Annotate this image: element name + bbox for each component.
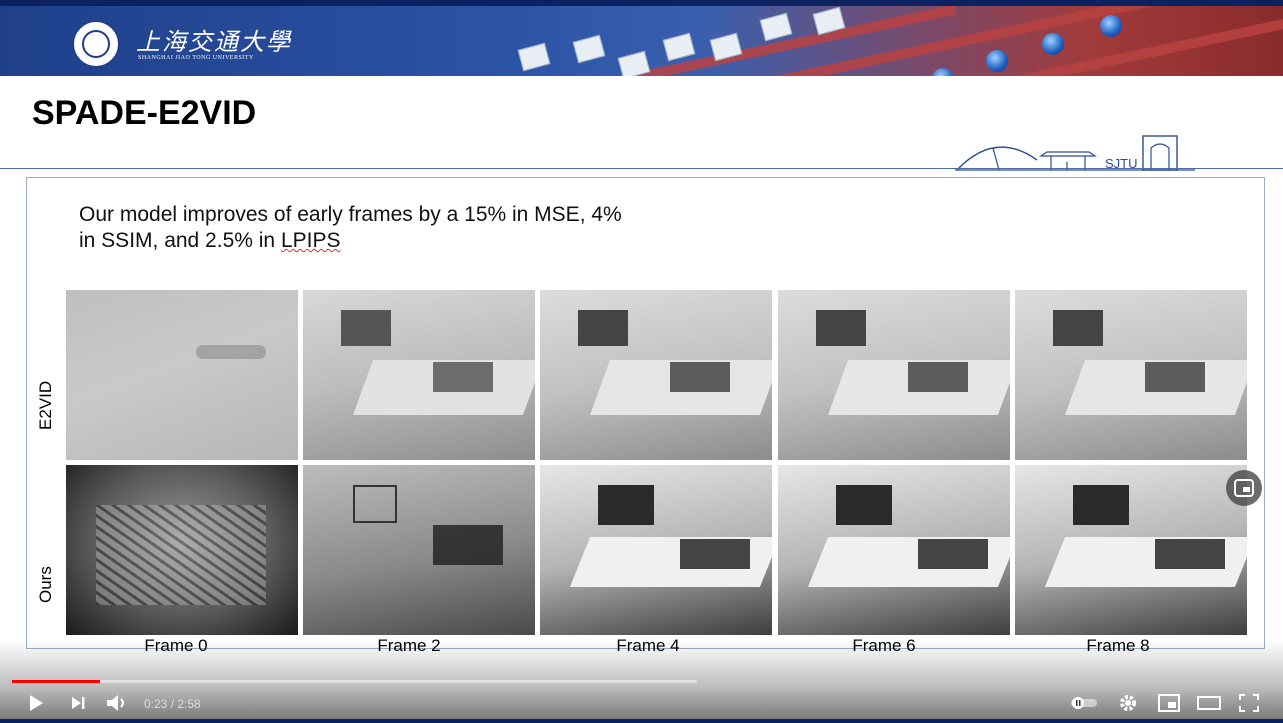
next-icon (72, 697, 85, 709)
theater-mode-icon (1197, 696, 1221, 710)
slide-title: SPADE-E2VID (32, 94, 257, 132)
volume-button[interactable] (104, 692, 132, 714)
title-divider (0, 168, 1283, 169)
cast-button[interactable] (1226, 470, 1262, 506)
e2vid-frame-6-image (778, 290, 1010, 460)
bottom-border (0, 719, 1283, 723)
drone-shape (1145, 362, 1205, 392)
row-label-e2vid: E2VID (36, 380, 55, 430)
cast-icon (1234, 479, 1254, 497)
drone-shape (670, 362, 730, 392)
progress-bar[interactable] (12, 680, 697, 683)
monitor-shape (1053, 310, 1103, 346)
banner-lantern (1042, 33, 1064, 55)
drone-shape (918, 539, 988, 569)
banner-tile (517, 42, 551, 72)
caption-line-2-text: in SSIM, and 2.5% in (79, 229, 281, 252)
banner-lantern (986, 50, 1008, 72)
ours-frame-0-image (66, 465, 298, 635)
caption-line-2: in SSIM, and 2.5% in LPIPS (79, 228, 779, 254)
banner-lantern (1100, 15, 1122, 37)
progress-bar-played (12, 680, 101, 683)
sjtu-seal-logo (72, 20, 120, 68)
monitor-shape (341, 310, 391, 346)
ours-frame-2-image (303, 465, 535, 635)
settings-button[interactable] (1116, 692, 1140, 714)
banner-tile (572, 34, 606, 64)
e2vid-frame-0-image (66, 290, 298, 460)
next-button[interactable] (66, 692, 90, 714)
monitor-shape (836, 485, 892, 525)
drone-shape (1155, 539, 1225, 569)
play-icon (30, 695, 43, 711)
monitor-shape (353, 485, 397, 523)
miniplayer-button[interactable] (1156, 692, 1182, 714)
drone-shape (680, 539, 750, 569)
autoplay-toggle-icon (1071, 697, 1097, 709)
drone-shape (908, 362, 968, 392)
university-banner: 上海交通大學 SHANGHAI JIAO TONG UNIVERSITY (0, 6, 1283, 76)
settings-gear-icon (1120, 695, 1136, 711)
banner-tile (759, 12, 793, 42)
banner-tile (617, 50, 651, 76)
ours-frame-8-image (1015, 465, 1247, 635)
monitor-shape (578, 310, 628, 346)
monitor-shape (816, 310, 866, 346)
e2vid-frame-8-image (1015, 290, 1247, 460)
e2vid-frame-4-image (540, 290, 772, 460)
volume-icon (107, 695, 124, 711)
ours-frame-6-image (778, 465, 1010, 635)
row-label-ours: Ours (36, 566, 55, 603)
noise-speckle (96, 505, 266, 605)
time-display: 0:23 / 2:58 (144, 697, 201, 711)
slide-caption: Our model improves of early frames by a … (79, 202, 779, 254)
drone-shape (433, 525, 503, 565)
ours-frame-4-image (540, 465, 772, 635)
banner-lantern (932, 68, 954, 76)
e2vid-frame-2-image (303, 290, 535, 460)
monitor-shape (598, 485, 654, 525)
monitor-shape (1073, 485, 1129, 525)
caption-line-1: Our model improves of early frames by a … (79, 203, 622, 226)
image-texture (196, 345, 266, 359)
autoplay-toggle[interactable] (1068, 692, 1100, 714)
banner-tile (662, 32, 696, 62)
fullscreen-icon (1239, 694, 1259, 712)
sjtu-landmark-graphic: SJTU (955, 135, 1195, 171)
play-button[interactable] (24, 692, 48, 714)
theater-mode-button[interactable] (1196, 692, 1222, 714)
sjtu-logo-english: SHANGHAI JIAO TONG UNIVERSITY (138, 55, 254, 61)
fullscreen-button[interactable] (1236, 692, 1262, 714)
spellcheck-flagged-word: LPIPS (280, 229, 341, 252)
sjtu-logo-chinese: 上海交通大學 (136, 28, 292, 56)
drone-shape (433, 362, 493, 392)
miniplayer-icon (1158, 694, 1180, 712)
